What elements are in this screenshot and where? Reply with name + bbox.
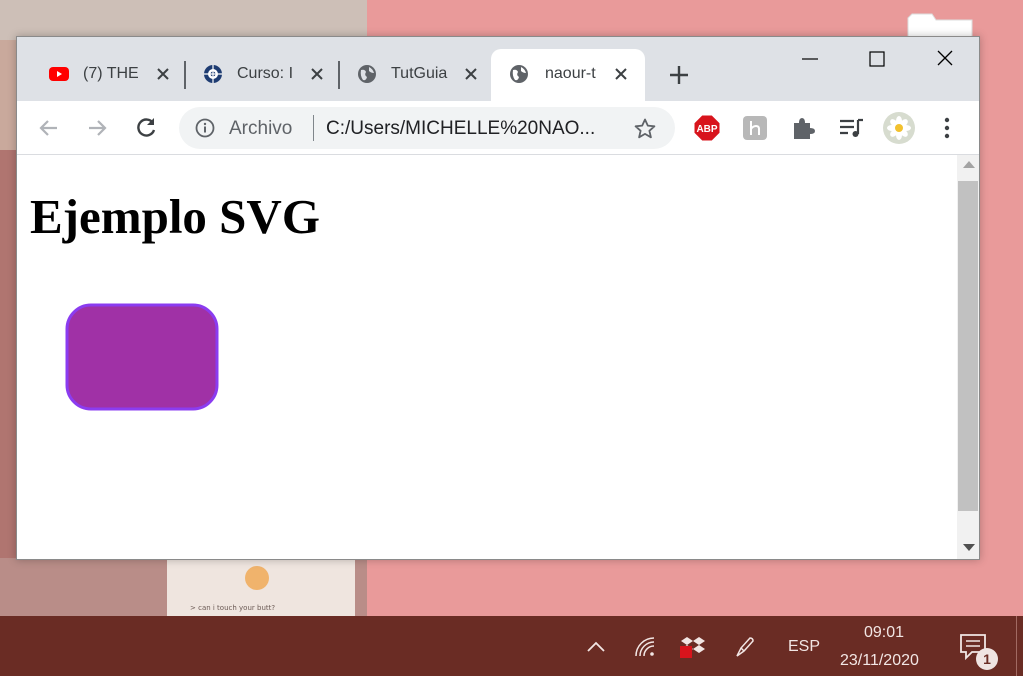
back-button[interactable] [35,114,63,142]
wallpaper-caption: > can i touch your butt? [190,604,276,612]
scroll-down-arrow-icon[interactable] [963,544,975,551]
scrollbar-thumb[interactable] [958,181,978,511]
tab-title: TutGuia [391,65,448,82]
taskbar: ESP 09:01 23/11/2020 1 [0,616,1023,676]
tab-title: (7) THE [83,65,139,82]
wallpaper-collage-strip [0,150,17,616]
honey-icon[interactable] [741,114,769,142]
address-divider [313,115,314,141]
clock-time[interactable]: 09:01 [864,624,904,642]
vertical-scrollbar[interactable] [957,155,979,559]
desktop-folder-icon[interactable] [906,6,974,38]
peach-icon [245,566,269,590]
dropbox-icon[interactable] [680,634,706,660]
close-icon[interactable] [461,64,481,84]
profile-avatar-icon[interactable] [883,112,915,144]
address-url[interactable]: C:/Users/MICHELLE%20NAO... [326,118,595,140]
page-content: Ejemplo SVG [17,155,957,559]
youtube-icon [49,67,69,81]
svg-rounded-rectangle [65,303,219,411]
reload-button[interactable] [132,114,160,142]
tab-naour[interactable]: naour-t [491,49,645,101]
bookmark-star-icon[interactable] [633,117,657,141]
extensions-puzzle-icon[interactable] [789,114,817,142]
address-bar[interactable]: Archivo C:/Users/MICHELLE%20NAO... [179,107,675,149]
maximize-button[interactable] [857,47,897,71]
globe-icon [358,65,376,83]
media-control-icon[interactable] [837,114,865,142]
browser-toolbar: Archivo C:/Users/MICHELLE%20NAO... ABP [17,101,979,155]
show-hidden-icons-chevron-icon[interactable] [583,634,609,660]
adblock-plus-icon[interactable]: ABP [693,114,721,142]
browser-window: (7) THE Curso: I TutGuia naour-t Archivo… [16,36,980,560]
tab-title: naour-t [545,65,596,82]
info-icon[interactable] [195,118,215,138]
input-language[interactable]: ESP [788,638,820,656]
close-icon[interactable] [611,64,631,84]
clock-date[interactable]: 23/11/2020 [840,652,919,670]
abp-label: ABP [696,124,717,135]
address-scheme-label: Archivo [229,118,293,139]
close-icon[interactable] [307,64,327,84]
tab-strip: (7) THE Curso: I TutGuia naour-t [17,37,979,101]
close-window-button[interactable] [925,47,965,71]
tab-tutguia[interactable]: TutGuia [325,49,493,101]
menu-kebab-icon[interactable] [933,114,961,142]
globe-icon [510,65,528,83]
wallpaper-collage-top [0,0,367,40]
pen-workspace-icon[interactable] [732,634,758,660]
new-tab-button[interactable] [665,61,693,89]
minimize-button[interactable] [790,47,830,71]
show-desktop-button[interactable] [1016,616,1023,676]
tab-title: Curso: I [237,65,294,82]
course-site-icon [204,65,222,83]
tab-curso[interactable]: Curso: I [171,49,339,101]
page-heading: Ejemplo SVG [30,189,320,244]
scroll-up-arrow-icon[interactable] [963,161,975,168]
wifi-icon[interactable] [632,634,658,660]
close-icon[interactable] [153,64,173,84]
forward-button[interactable] [83,114,111,142]
notification-badge: 1 [976,648,998,670]
tab-youtube[interactable]: (7) THE [17,49,185,101]
